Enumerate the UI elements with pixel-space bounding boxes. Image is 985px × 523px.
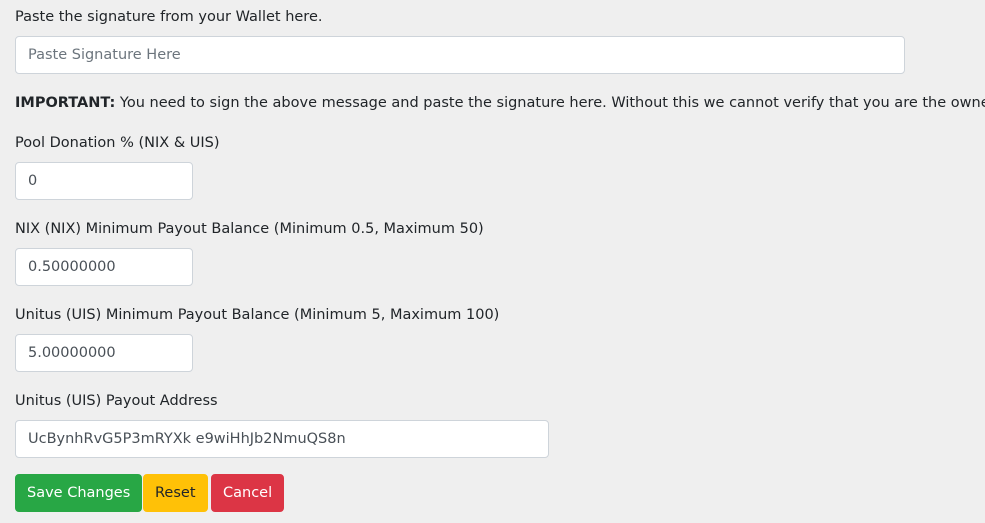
donation-input[interactable] — [15, 162, 193, 200]
uis-payout-input[interactable] — [15, 334, 193, 372]
important-notice: IMPORTANT: You need to sign the above me… — [15, 93, 985, 113]
nix-payout-input[interactable] — [15, 248, 193, 286]
signature-input[interactable] — [15, 36, 905, 74]
uis-address-input[interactable] — [15, 420, 549, 458]
save-changes-button[interactable]: Save Changes — [15, 474, 143, 512]
uis-address-label: Unitus (UIS) Payout Address — [15, 393, 218, 409]
cancel-button[interactable]: Cancel — [211, 474, 285, 512]
important-prefix: IMPORTANT: — [15, 95, 116, 111]
important-text: You need to sign the above message and p… — [115, 95, 985, 111]
donation-label: Pool Donation % (NIX & UIS) — [15, 135, 220, 151]
signature-label: Paste the signature from your Wallet her… — [15, 9, 323, 25]
nix-payout-label: NIX (NIX) Minimum Payout Balance (Minimu… — [15, 221, 484, 237]
reset-button[interactable]: Reset — [143, 474, 208, 512]
uis-payout-label: Unitus (UIS) Minimum Payout Balance (Min… — [15, 307, 500, 323]
